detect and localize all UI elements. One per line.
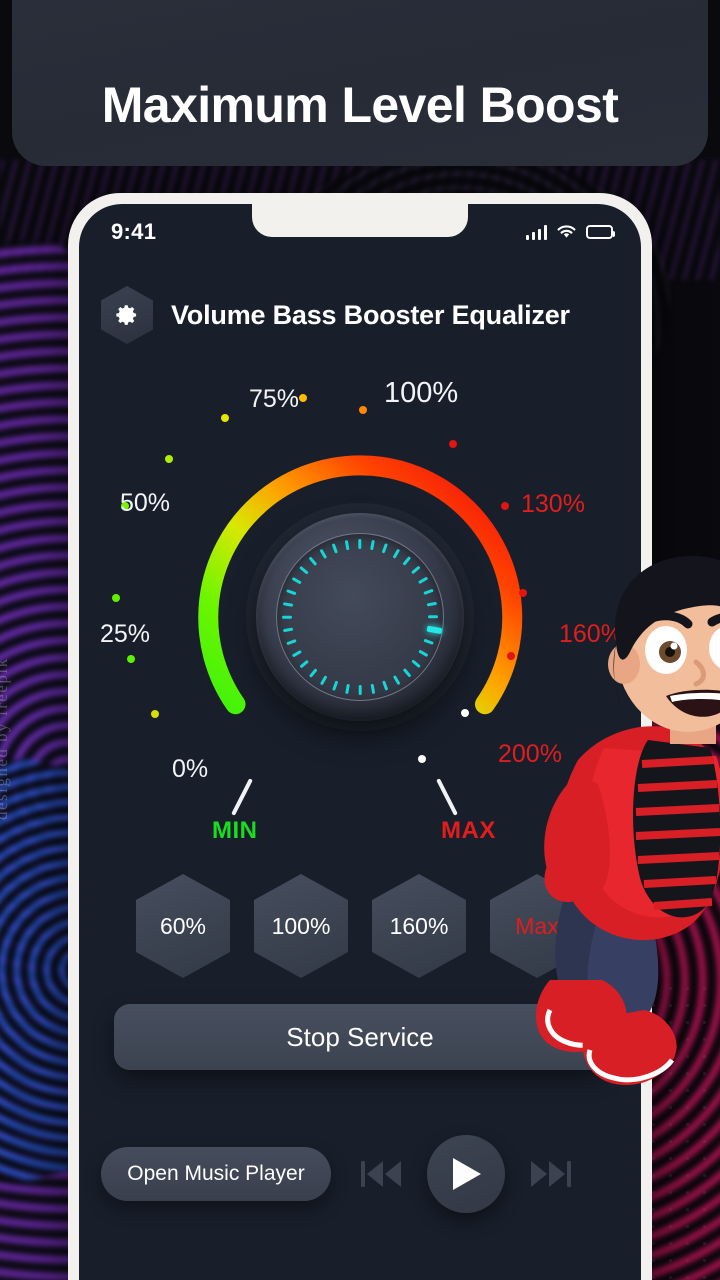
knob-tick	[370, 683, 375, 695]
scale-label-130: 130%	[521, 490, 585, 518]
knob-tick	[428, 615, 438, 619]
volume-knob[interactable]	[256, 513, 464, 721]
play-icon	[453, 1158, 481, 1190]
wifi-icon	[557, 225, 576, 238]
scale-label-25: 25%	[100, 620, 151, 648]
knob-tick	[382, 680, 388, 691]
previous-track-button[interactable]	[359, 1157, 403, 1191]
scale-dot-6	[299, 394, 307, 402]
min-label: MIN	[212, 817, 258, 844]
knob-tick	[411, 565, 421, 575]
knob-tick	[291, 576, 302, 585]
play-button[interactable]	[427, 1135, 505, 1213]
scale-dot-2	[112, 594, 120, 602]
knob-tick	[345, 539, 350, 551]
knob-tick	[308, 556, 318, 566]
knob-tick	[418, 576, 429, 585]
next-track-icon	[531, 1161, 571, 1187]
preset-button-60[interactable]: 60%	[136, 874, 230, 978]
knob-tick	[299, 659, 309, 669]
scale-label-50: 50%	[120, 489, 171, 517]
scale-dot-7	[359, 406, 367, 414]
knob-tick	[392, 548, 401, 559]
knob-tick	[426, 626, 443, 635]
knob-tick	[332, 543, 338, 554]
header-banner: Maximum Level Boost	[12, 0, 708, 166]
scale-label-100: 100%	[384, 377, 459, 409]
knob-tick-ring	[277, 534, 443, 700]
knob-face	[276, 533, 444, 701]
scale-dot-1	[127, 655, 135, 663]
knob-tick	[402, 668, 412, 678]
scale-dot-13	[418, 755, 426, 763]
scale-dot-4	[165, 455, 173, 463]
knob-tick	[299, 565, 309, 575]
media-controls	[359, 1135, 573, 1213]
knob-tick	[319, 548, 328, 559]
knob-tick	[382, 543, 388, 554]
scale-dot-0	[151, 710, 159, 718]
scale-label-200: 200%	[498, 740, 562, 768]
knob-tick	[332, 680, 338, 691]
knob-tick	[358, 539, 362, 549]
open-music-player-button[interactable]: Open Music Player	[101, 1147, 331, 1201]
knob-tick	[319, 675, 328, 686]
battery-icon	[586, 225, 615, 239]
status-icons	[525, 224, 615, 240]
phone-screen: 9:41 Volume Bass Booster Equalizer 0% 25…	[79, 204, 641, 1280]
status-clock: 9:41	[111, 219, 157, 244]
knob-tick	[291, 649, 302, 658]
settings-button[interactable]	[101, 286, 153, 344]
scale-label-75: 75%	[249, 385, 300, 413]
max-label: MAX	[441, 817, 496, 844]
scale-dot-8	[449, 440, 457, 448]
bottom-bar: Open Music Player	[79, 1124, 641, 1224]
scale-dot-11	[507, 652, 515, 660]
signal-icon	[525, 224, 547, 240]
knob-tick	[402, 556, 412, 566]
previous-track-icon	[361, 1161, 401, 1187]
knob-tick	[286, 639, 297, 645]
knob-tick	[392, 675, 401, 686]
knob-tick	[423, 589, 434, 595]
knob-tick	[282, 615, 292, 619]
knob-tick	[308, 668, 318, 678]
knob-tick	[426, 602, 438, 607]
knob-tick	[370, 539, 375, 551]
preset-button-160[interactable]: 160%	[372, 874, 466, 978]
knob-tick	[282, 602, 294, 607]
phone-notch	[252, 204, 468, 237]
knob-tick	[418, 649, 429, 658]
gear-icon	[116, 305, 137, 325]
stop-service-button[interactable]: Stop Service	[114, 1004, 606, 1070]
banner-title: Maximum Level Boost	[101, 77, 619, 133]
next-track-button[interactable]	[529, 1157, 573, 1191]
knob-tick	[286, 589, 297, 595]
scale-label-0: 0%	[172, 755, 209, 783]
knob-tick	[423, 639, 434, 645]
phone-mockup: 9:41 Volume Bass Booster Equalizer 0% 25…	[68, 193, 652, 1280]
app-title: Volume Bass Booster Equalizer	[171, 299, 570, 330]
knob-tick	[411, 659, 421, 669]
scale-dot-5	[221, 414, 229, 422]
app-screenshot: designed by freepik Maximum Level Boost …	[0, 0, 720, 1280]
scale-dot-9	[501, 502, 509, 510]
background-watermark: designed by freepik	[0, 657, 11, 820]
scale-label-160: 160%	[559, 620, 623, 648]
knob-tick	[358, 685, 362, 695]
volume-gauge[interactable]: 0% 25% 50% 75% 100% 130% 160% 200% MIN M…	[79, 362, 641, 862]
knob-tick	[282, 627, 294, 632]
scale-dot-10	[519, 589, 527, 597]
preset-buttons: 60% 100% 160% Max	[79, 874, 641, 984]
preset-button-100[interactable]: 100%	[254, 874, 348, 978]
app-header: Volume Bass Booster Equalizer	[101, 286, 619, 344]
knob-tick	[345, 683, 350, 695]
preset-button-max[interactable]: Max	[490, 874, 584, 978]
scale-dot-12	[461, 709, 469, 717]
